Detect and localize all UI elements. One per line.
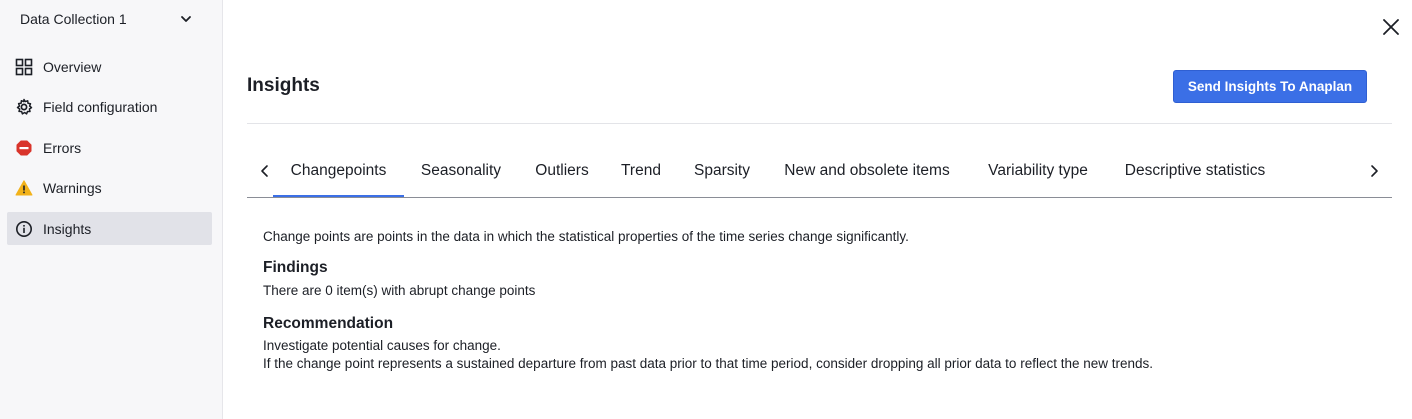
recommendation-text-1: Investigate potential causes for change. [263,338,501,353]
tab-scroll-right-button[interactable] [1366,161,1382,181]
data-collection-selector[interactable]: Data Collection 1 [20,8,192,30]
tab-trend[interactable]: Trend [608,145,674,197]
insight-description: Change points are points in the data in … [263,229,909,244]
divider [247,123,1392,124]
sidebar-item-label: Errors [43,139,82,156]
sidebar-item-warnings[interactable]: Warnings [7,172,212,205]
sidebar-item-field-configuration[interactable]: Field configuration [7,91,212,124]
tab-descriptive-statistics[interactable]: Descriptive statistics [1110,145,1280,197]
info-icon [15,220,33,238]
warning-icon [15,179,33,197]
findings-text: There are 0 item(s) with abrupt change p… [263,283,536,298]
gear-icon [15,98,33,116]
chevron-left-icon [261,165,268,177]
recommendation-heading: Recommendation [263,315,394,332]
tab-changepoints[interactable]: Changepoints [273,145,404,197]
tab-outliers[interactable]: Outliers [520,145,604,197]
sidebar: Data Collection 1 Overview Field configu… [0,0,223,419]
chevron-right-icon [1371,165,1378,177]
grid-icon [15,58,33,76]
findings-heading: Findings [263,259,328,276]
sidebar-item-label: Warnings [43,180,102,197]
sidebar-item-label: Field configuration [43,99,158,116]
chevron-down-icon [181,16,191,22]
sidebar-item-overview[interactable]: Overview [7,50,212,83]
sidebar-nav: Overview Field configuration Errors Warn… [7,50,212,253]
tab-sparsity[interactable]: Sparsity [680,145,764,197]
tab-new-and-obsolete-items[interactable]: New and obsolete items [768,145,966,197]
tab-variability-type[interactable]: Variability type [970,145,1106,197]
data-collection-label: Data Collection 1 [20,11,127,27]
sidebar-item-insights[interactable]: Insights [7,212,212,246]
sidebar-item-label: Insights [43,220,92,237]
tab-bar: Changepoints Seasonality Outliers Trend … [247,145,1392,198]
error-icon [15,139,33,157]
insight-content: Change points are points in the data in … [263,229,1363,373]
close-icon [1383,19,1399,35]
send-insights-button[interactable]: Send Insights To Anaplan [1173,70,1367,103]
close-button[interactable] [1381,17,1401,37]
sidebar-item-label: Overview [43,58,102,75]
tab-seasonality[interactable]: Seasonality [407,145,515,197]
page-title: Insights [247,75,320,96]
tab-scroll-left-button[interactable] [257,161,273,181]
recommendation-text-2: If the change point represents a sustain… [263,356,1154,371]
sidebar-item-errors[interactable]: Errors [7,131,212,164]
